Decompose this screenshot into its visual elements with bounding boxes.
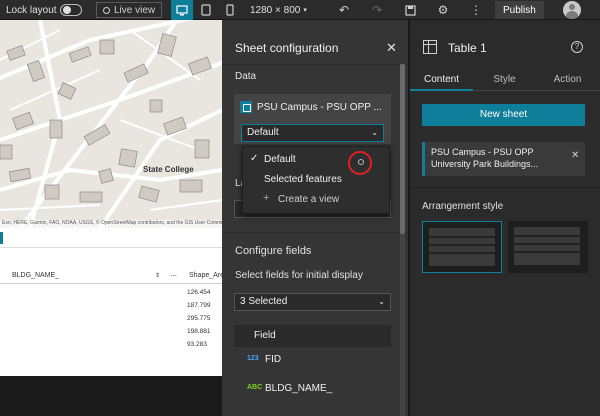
checkmark-icon: ✓ [250,153,259,164]
divider [410,187,600,188]
resolution-select[interactable]: 1280 × 800 ▾ [250,0,307,20]
phone-view-button[interactable] [219,0,241,20]
panel-title: Sheet configuration [235,41,339,55]
view-option-selected-features[interactable]: Selected features [243,169,391,189]
app-canvas: State College Esri, HERE, Garmin, FAO, N… [0,20,228,416]
tab-content[interactable]: Content [410,69,473,91]
toggle-knob [63,6,71,14]
tablet-icon [201,4,211,16]
map-buildings [0,20,222,228]
resolution-value: 1280 × 800 [250,4,301,16]
save-icon[interactable] [399,0,421,20]
field-column-header: Field [234,325,391,347]
shape-area-values: 126.454 187.799 295.775 198.881 93.283 [187,286,211,351]
field-row-bldg-name[interactable]: ABC BLDG_NAME_ [234,378,391,400]
option-label: Create a view [278,194,340,205]
arrangement-preview-icon [514,227,580,265]
widget-title: Table 1 [448,41,487,55]
publish-button[interactable]: Publish [495,1,544,19]
table-cell: 126.454 [187,289,211,296]
avatar[interactable] [563,1,581,19]
option-label: Default [264,154,296,165]
view-option-default[interactable]: ✓ Default [243,149,391,175]
live-view-label: Live view [114,4,156,16]
tab-action[interactable]: Action [536,69,599,91]
create-view-option[interactable]: + Create a view [243,189,391,209]
widget-settings-panel: Table 1 ? Content Style Action New sheet… [409,20,600,416]
data-source-card: PSU Campus - PSU OPP ... Default ⌄ [234,94,391,144]
select-fields-label: Select fields for initial display [235,270,363,281]
map-attribution: Esri, HERE, Garmin, FAO, NOAA, USGS, © O… [0,220,222,228]
phone-icon [226,4,234,16]
table-cell: 198.881 [187,328,211,335]
map-widget[interactable]: State College Esri, HERE, Garmin, FAO, N… [0,20,222,228]
active-sheet-indicator [0,232,3,244]
view-select[interactable]: Default ⌄ [241,124,384,142]
field-name: FID [265,354,282,365]
tab-style[interactable]: Style [473,69,536,91]
sheet-configuration-panel: Sheet configuration ✕ Data PSU Campus - … [222,20,408,416]
plus-icon: + [263,192,270,204]
divider [222,232,408,233]
layer-icon [240,101,252,113]
chevron-down-icon: ⌄ [378,297,385,306]
map-place-label: State College [143,165,194,174]
scrollbar-thumb[interactable] [400,64,405,234]
arrangement-option-dropdown[interactable] [508,221,588,273]
arrangement-preview-icon [429,228,495,266]
option-label: Selected features [264,174,342,185]
desktop-icon [176,4,188,15]
new-sheet-button[interactable]: New sheet [422,104,585,126]
arrangement-option-tabs[interactable] [422,221,502,273]
lock-layout-toggle[interactable] [60,4,82,16]
caret-down-icon: ▾ [303,7,307,14]
close-icon[interactable]: ✕ [386,40,397,56]
view-dropdown-menu: ✓ Default Selected features + Create a v… [242,146,390,214]
sheet-item-label: PSU Campus - PSU OPP University Park Bui… [431,147,539,169]
redo-icon[interactable]: ↷ [366,0,388,20]
table-widget[interactable]: BLDG_NAME_ ⇕ ⋯ Shape_Area 126.454 187.79… [0,228,228,376]
chevron-down-icon: ⌄ [371,128,378,137]
table-cell: 187.799 [187,302,211,309]
table-header: BLDG_NAME_ ⇕ ⋯ Shape_Area [0,268,228,284]
canvas-background [0,376,222,416]
fields-select[interactable]: 3 Selected ⌄ [234,293,391,311]
settings-tabs: Content Style Action [410,69,600,91]
string-type-icon: ABC [247,384,263,391]
column-menu-icon[interactable]: ⋯ [170,272,177,280]
column-header-bldg-name[interactable]: BLDG_NAME_ [12,272,59,279]
fields-select-value: 3 Selected [240,296,288,307]
help-icon[interactable]: ? [571,41,583,53]
table-cell: 93.283 [187,341,207,348]
view-select-value: Default [247,127,279,138]
sort-icon[interactable]: ⇕ [155,272,160,279]
arrangement-style-label: Arrangement style [422,201,504,212]
field-name: BLDG_NAME_ [265,383,333,394]
remove-sheet-icon[interactable]: ✕ [571,150,579,161]
sheet-list-item[interactable]: PSU Campus - PSU OPP University Park Bui… [422,142,585,176]
gear-icon[interactable] [358,159,364,165]
field-row-fid[interactable]: 123 FID [234,349,391,371]
top-toolbar: Lock layout Live view 1280 × 800 ▾ ↶ ↷ ⚙… [0,0,600,20]
table-cell: 295.775 [187,315,211,322]
live-view-button[interactable]: Live view [96,2,163,18]
divider [222,64,408,65]
data-label: Data [235,71,257,82]
table-icon [423,40,437,54]
number-type-icon: 123 [247,355,259,362]
undo-icon[interactable]: ↶ [333,0,355,20]
eye-icon [103,6,110,14]
lock-layout-label: Lock layout [6,4,57,16]
panel-scrollbar[interactable] [400,64,405,416]
data-source-name[interactable]: PSU Campus - PSU OPP ... [257,102,382,113]
tablet-view-button[interactable] [195,0,217,20]
settings-gear-icon[interactable]: ⚙ [432,0,454,20]
more-options-icon[interactable]: ⋮ [465,0,487,20]
desktop-view-button[interactable] [171,0,193,20]
table-tab-strip [0,228,222,248]
configure-fields-heading: Configure fields [235,245,312,257]
